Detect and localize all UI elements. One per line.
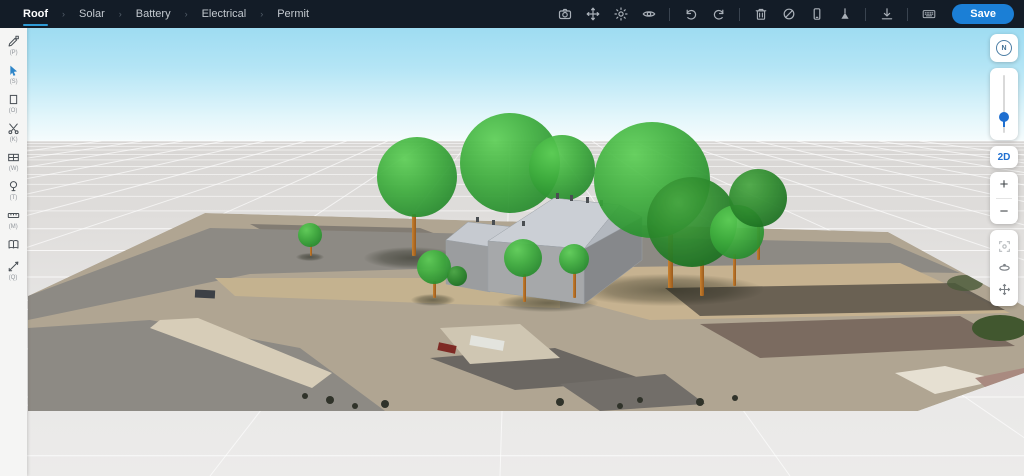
tool-shortcut: (P) <box>10 50 18 56</box>
tree[interactable] <box>729 169 787 227</box>
chevron-right-icon: › <box>119 9 122 19</box>
tool-rail: (P) (S) (O) (K) (W) (T) (M) <box>0 28 27 476</box>
fit-view-button[interactable] <box>990 240 1018 253</box>
obstruction-icon <box>7 93 20 106</box>
chevron-right-icon: › <box>185 9 188 19</box>
tree[interactable] <box>417 250 451 284</box>
fit-view-icon <box>998 240 1011 253</box>
imagery-tool[interactable] <box>7 238 20 252</box>
zoom-controls: + − <box>990 172 1018 224</box>
camera-icon[interactable] <box>557 7 572 22</box>
workflow-tabs: Roof › Solar › Battery › Electrical › Pe… <box>0 0 316 28</box>
top-bar: Roof › Solar › Battery › Electrical › Pe… <box>0 0 1024 28</box>
shade-globe-icon[interactable] <box>781 7 796 22</box>
divider <box>865 8 866 21</box>
compass-button[interactable]: N <box>990 34 1018 62</box>
download-icon[interactable] <box>879 7 894 22</box>
ruler-icon <box>7 209 20 222</box>
toggle-2d-button[interactable]: 2D <box>990 146 1018 168</box>
tool-shortcut: (S) <box>10 79 18 85</box>
measure-tool[interactable]: (M) <box>7 209 20 230</box>
tree[interactable] <box>298 223 322 247</box>
tab-roof[interactable]: Roof <box>16 0 55 28</box>
device-icon[interactable] <box>809 7 824 22</box>
design-canvas[interactable] <box>0 28 1024 476</box>
tree-trunk[interactable] <box>523 274 526 302</box>
divider <box>669 8 670 21</box>
tool-shortcut: (O) <box>9 108 18 114</box>
trash-icon[interactable] <box>753 7 768 22</box>
undo-icon[interactable] <box>683 7 698 22</box>
move-icon[interactable] <box>585 7 600 22</box>
tree[interactable] <box>447 266 467 286</box>
divider <box>739 8 740 21</box>
orbit-icon <box>998 261 1011 274</box>
broom-icon[interactable] <box>837 7 852 22</box>
tab-electrical[interactable]: Electrical <box>195 0 254 28</box>
scissors-icon <box>7 122 20 135</box>
compass-north-icon: N <box>996 40 1012 56</box>
select-tool[interactable]: (S) <box>7 64 20 85</box>
tree[interactable] <box>504 239 542 277</box>
slider-knob[interactable] <box>999 112 1009 122</box>
tool-shortcut: (Q) <box>9 275 18 281</box>
orbit-button[interactable] <box>990 261 1018 274</box>
tool-shortcut: (K) <box>10 137 18 143</box>
redo-icon[interactable] <box>711 7 726 22</box>
tool-shortcut: (T) <box>10 195 18 201</box>
tree[interactable] <box>559 244 589 274</box>
tree-trunk[interactable] <box>412 214 416 256</box>
tab-permit[interactable]: Permit <box>270 0 316 28</box>
tree[interactable] <box>529 135 595 201</box>
keyboard-icon[interactable] <box>921 7 936 22</box>
select-icon <box>7 64 20 77</box>
settings-gear-icon[interactable] <box>613 7 628 22</box>
divider <box>907 8 908 21</box>
tree-trunk[interactable] <box>573 272 576 298</box>
zoom-in-button[interactable]: + <box>990 172 1018 197</box>
tab-battery[interactable]: Battery <box>129 0 178 28</box>
panel-tool[interactable]: (W) <box>7 151 20 172</box>
visibility-eye-icon[interactable] <box>641 7 656 22</box>
tree-tool[interactable]: (T) <box>7 180 20 201</box>
chevron-right-icon: › <box>260 9 263 19</box>
camera-tilt-slider[interactable] <box>990 68 1018 140</box>
slope-icon <box>7 260 20 273</box>
draw-tool[interactable]: (P) <box>7 35 20 56</box>
chevron-right-icon: › <box>62 9 65 19</box>
pan-button[interactable] <box>990 283 1018 296</box>
slope-tool[interactable]: (Q) <box>7 260 20 281</box>
tab-solar[interactable]: Solar <box>72 0 112 28</box>
tree-icon <box>7 180 20 193</box>
trim-tool[interactable]: (K) <box>7 122 20 143</box>
tool-shortcut: (W) <box>9 166 19 172</box>
save-button[interactable]: Save <box>952 4 1014 24</box>
tree[interactable] <box>377 137 457 217</box>
view-controls: N 2D + − <box>990 28 1018 476</box>
panel-icon <box>7 151 20 164</box>
obstruction-tool[interactable]: (O) <box>7 93 20 114</box>
tool-shortcut: (M) <box>9 224 18 230</box>
topbar-actions: Save <box>557 4 1024 24</box>
pan-icon <box>998 283 1011 296</box>
tree-shadow <box>498 294 598 312</box>
draw-icon <box>7 35 20 48</box>
camera-tools <box>990 230 1018 306</box>
zoom-out-button[interactable]: − <box>990 199 1018 224</box>
map-book-icon <box>7 238 20 251</box>
